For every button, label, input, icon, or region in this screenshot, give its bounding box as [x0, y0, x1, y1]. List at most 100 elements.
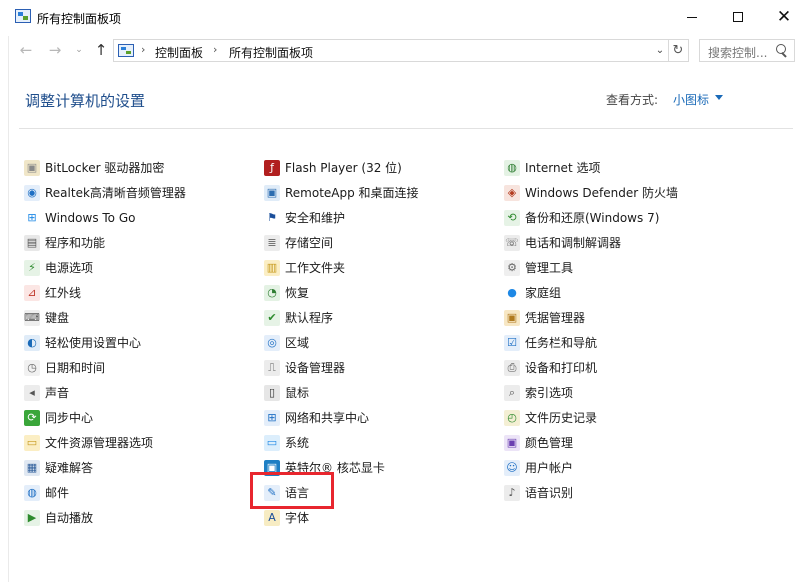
- caret-down-icon[interactable]: [715, 95, 723, 100]
- control-panel-item[interactable]: ƒ Flash Player (32 位): [264, 155, 419, 180]
- control-panel-item[interactable]: ◉ Realtek高清晰音频管理器: [24, 180, 186, 205]
- control-panel-item-label[interactable]: 键盘: [45, 309, 69, 326]
- control-panel-item-label[interactable]: Flash Player (32 位): [285, 159, 402, 176]
- control-panel-item[interactable]: ◴ 文件历史记录: [504, 405, 678, 430]
- control-panel-item[interactable]: ◎ 区域: [264, 330, 419, 355]
- control-panel-item-label[interactable]: 日期和时间: [45, 359, 105, 376]
- control-panel-item-label[interactable]: 鼠标: [285, 384, 309, 401]
- control-panel-item[interactable]: ⊞ Windows To Go: [24, 205, 186, 230]
- control-panel-item[interactable]: ▥ 工作文件夹: [264, 255, 419, 280]
- minimize-button[interactable]: [669, 0, 715, 34]
- control-panel-item[interactable]: ▶ 自动播放: [24, 505, 186, 530]
- control-panel-item-label[interactable]: 文件历史记录: [525, 409, 597, 426]
- control-panel-item-label[interactable]: 电源选项: [45, 259, 93, 276]
- control-panel-item-label[interactable]: 家庭组: [525, 284, 561, 301]
- control-panel-item-label[interactable]: 系统: [285, 434, 309, 451]
- control-panel-item[interactable]: ▣ 颜色管理: [504, 430, 678, 455]
- control-panel-item-label[interactable]: 红外线: [45, 284, 81, 301]
- address-bar[interactable]: › 控制面板 › 所有控制面板项: [113, 39, 669, 62]
- control-panel-item-label[interactable]: 网络和共享中心: [285, 409, 369, 426]
- control-panel-item[interactable]: ◔ 恢复: [264, 280, 419, 305]
- control-panel-item[interactable]: ☏ 电话和调制解调器: [504, 230, 678, 255]
- control-panel-item[interactable]: ⟳ 同步中心: [24, 405, 186, 430]
- control-panel-item-label[interactable]: Windows To Go: [45, 211, 135, 225]
- control-panel-item[interactable]: ◂ 声音: [24, 380, 186, 405]
- address-dropdown-button[interactable]: ⌄: [653, 43, 667, 57]
- back-button[interactable]: ←: [16, 40, 36, 60]
- control-panel-item[interactable]: ◐ 轻松使用设置中心: [24, 330, 186, 355]
- control-panel-item[interactable]: ⌨ 键盘: [24, 305, 186, 330]
- control-panel-item[interactable]: ⊞ 网络和共享中心: [264, 405, 419, 430]
- control-panel-item-label[interactable]: BitLocker 驱动器加密: [45, 159, 164, 176]
- control-panel-item-label[interactable]: 区域: [285, 334, 309, 351]
- recent-locations-button[interactable]: ⌄: [73, 40, 85, 60]
- control-panel-item-label[interactable]: 恢复: [285, 284, 309, 301]
- close-button[interactable]: ✕: [761, 0, 806, 34]
- control-panel-item[interactable]: ◍ Internet 选项: [504, 155, 678, 180]
- control-panel-item[interactable]: ▯ 鼠标: [264, 380, 419, 405]
- control-panel-item[interactable]: ⌕ 索引选项: [504, 380, 678, 405]
- control-panel-item-label[interactable]: 安全和维护: [285, 209, 345, 226]
- control-panel-item-label[interactable]: Windows Defender 防火墙: [525, 184, 678, 201]
- control-panel-item[interactable]: ⚙ 管理工具: [504, 255, 678, 280]
- control-panel-item-label[interactable]: 电话和调制解调器: [525, 234, 621, 251]
- control-panel-item[interactable]: ⊿ 红外线: [24, 280, 186, 305]
- maximize-button[interactable]: [715, 0, 761, 34]
- control-panel-item-label[interactable]: 工作文件夹: [285, 259, 345, 276]
- control-panel-item-label[interactable]: Internet 选项: [525, 159, 600, 176]
- control-panel-item-label[interactable]: 存储空间: [285, 234, 333, 251]
- up-button[interactable]: ↑: [91, 40, 111, 60]
- control-panel-item-label[interactable]: 索引选项: [525, 384, 573, 401]
- control-panel-item[interactable]: ▭ 文件资源管理器选项: [24, 430, 186, 455]
- control-panel-item-label[interactable]: 设备和打印机: [525, 359, 597, 376]
- control-panel-item[interactable]: ✔ 默认程序: [264, 305, 419, 330]
- control-panel-item-label[interactable]: 自动播放: [45, 509, 93, 526]
- control-panel-item[interactable]: ▦ 疑难解答: [24, 455, 186, 480]
- control-panel-item-label[interactable]: 文件资源管理器选项: [45, 434, 153, 451]
- control-panel-item[interactable]: ☺ 用户帐户: [504, 455, 678, 480]
- control-panel-item-label[interactable]: 邮件: [45, 484, 69, 501]
- search-box[interactable]: 搜索控制...: [699, 39, 795, 62]
- control-panel-item[interactable]: ▣ BitLocker 驱动器加密: [24, 155, 186, 180]
- control-panel-item-label[interactable]: 备份和还原(Windows 7): [525, 209, 659, 226]
- control-panel-item[interactable]: ⎍ 设备管理器: [264, 355, 419, 380]
- control-panel-item[interactable]: ▣ 凭据管理器: [504, 305, 678, 330]
- control-panel-item-label[interactable]: 轻松使用设置中心: [45, 334, 141, 351]
- control-panel-item[interactable]: ◍ 邮件: [24, 480, 186, 505]
- control-panel-item[interactable]: ☑ 任务栏和导航: [504, 330, 678, 355]
- search-icon[interactable]: [776, 44, 788, 58]
- breadcrumb-separator-icon[interactable]: ›: [141, 43, 145, 56]
- forward-button[interactable]: →: [45, 40, 65, 60]
- control-panel-item-label[interactable]: 用户帐户: [525, 459, 573, 476]
- control-panel-item-label[interactable]: RemoteApp 和桌面连接: [285, 184, 419, 201]
- control-panel-item[interactable]: ● 家庭组: [504, 280, 678, 305]
- control-panel-item[interactable]: ⚡ 电源选项: [24, 255, 186, 280]
- control-panel-item[interactable]: ♪ 语音识别: [504, 480, 678, 505]
- search-input[interactable]: 搜索控制...: [708, 44, 767, 61]
- control-panel-item-label[interactable]: 同步中心: [45, 409, 93, 426]
- control-panel-item[interactable]: ◷ 日期和时间: [24, 355, 186, 380]
- control-panel-item[interactable]: ◈ Windows Defender 防火墙: [504, 180, 678, 205]
- control-panel-item-label[interactable]: 疑难解答: [45, 459, 93, 476]
- control-panel-item-label[interactable]: 任务栏和导航: [525, 334, 597, 351]
- view-by-dropdown[interactable]: 小图标: [673, 91, 709, 108]
- breadcrumb-control-panel[interactable]: 控制面板: [155, 44, 203, 61]
- control-panel-item[interactable]: ▤ 程序和功能: [24, 230, 186, 255]
- control-panel-item-label[interactable]: 默认程序: [285, 309, 333, 326]
- control-panel-item-label[interactable]: 字体: [285, 509, 309, 526]
- control-panel-item-label[interactable]: 设备管理器: [285, 359, 345, 376]
- refresh-button[interactable]: ↻: [668, 39, 689, 62]
- control-panel-item[interactable]: ▭ 系统: [264, 430, 419, 455]
- control-panel-item[interactable]: ≣ 存储空间: [264, 230, 419, 255]
- control-panel-item-label[interactable]: Realtek高清晰音频管理器: [45, 184, 186, 201]
- control-panel-item[interactable]: ⎙ 设备和打印机: [504, 355, 678, 380]
- control-panel-item-label[interactable]: 程序和功能: [45, 234, 105, 251]
- breadcrumb-separator-icon[interactable]: ›: [213, 43, 217, 56]
- control-panel-item-label[interactable]: 颜色管理: [525, 434, 573, 451]
- control-panel-item-label[interactable]: 语音识别: [525, 484, 573, 501]
- control-panel-item[interactable]: ▣ RemoteApp 和桌面连接: [264, 180, 419, 205]
- control-panel-item-label[interactable]: 声音: [45, 384, 69, 401]
- breadcrumb-all-items[interactable]: 所有控制面板项: [229, 44, 313, 61]
- control-panel-item-label[interactable]: 凭据管理器: [525, 309, 585, 326]
- control-panel-item[interactable]: ⟲ 备份和还原(Windows 7): [504, 205, 678, 230]
